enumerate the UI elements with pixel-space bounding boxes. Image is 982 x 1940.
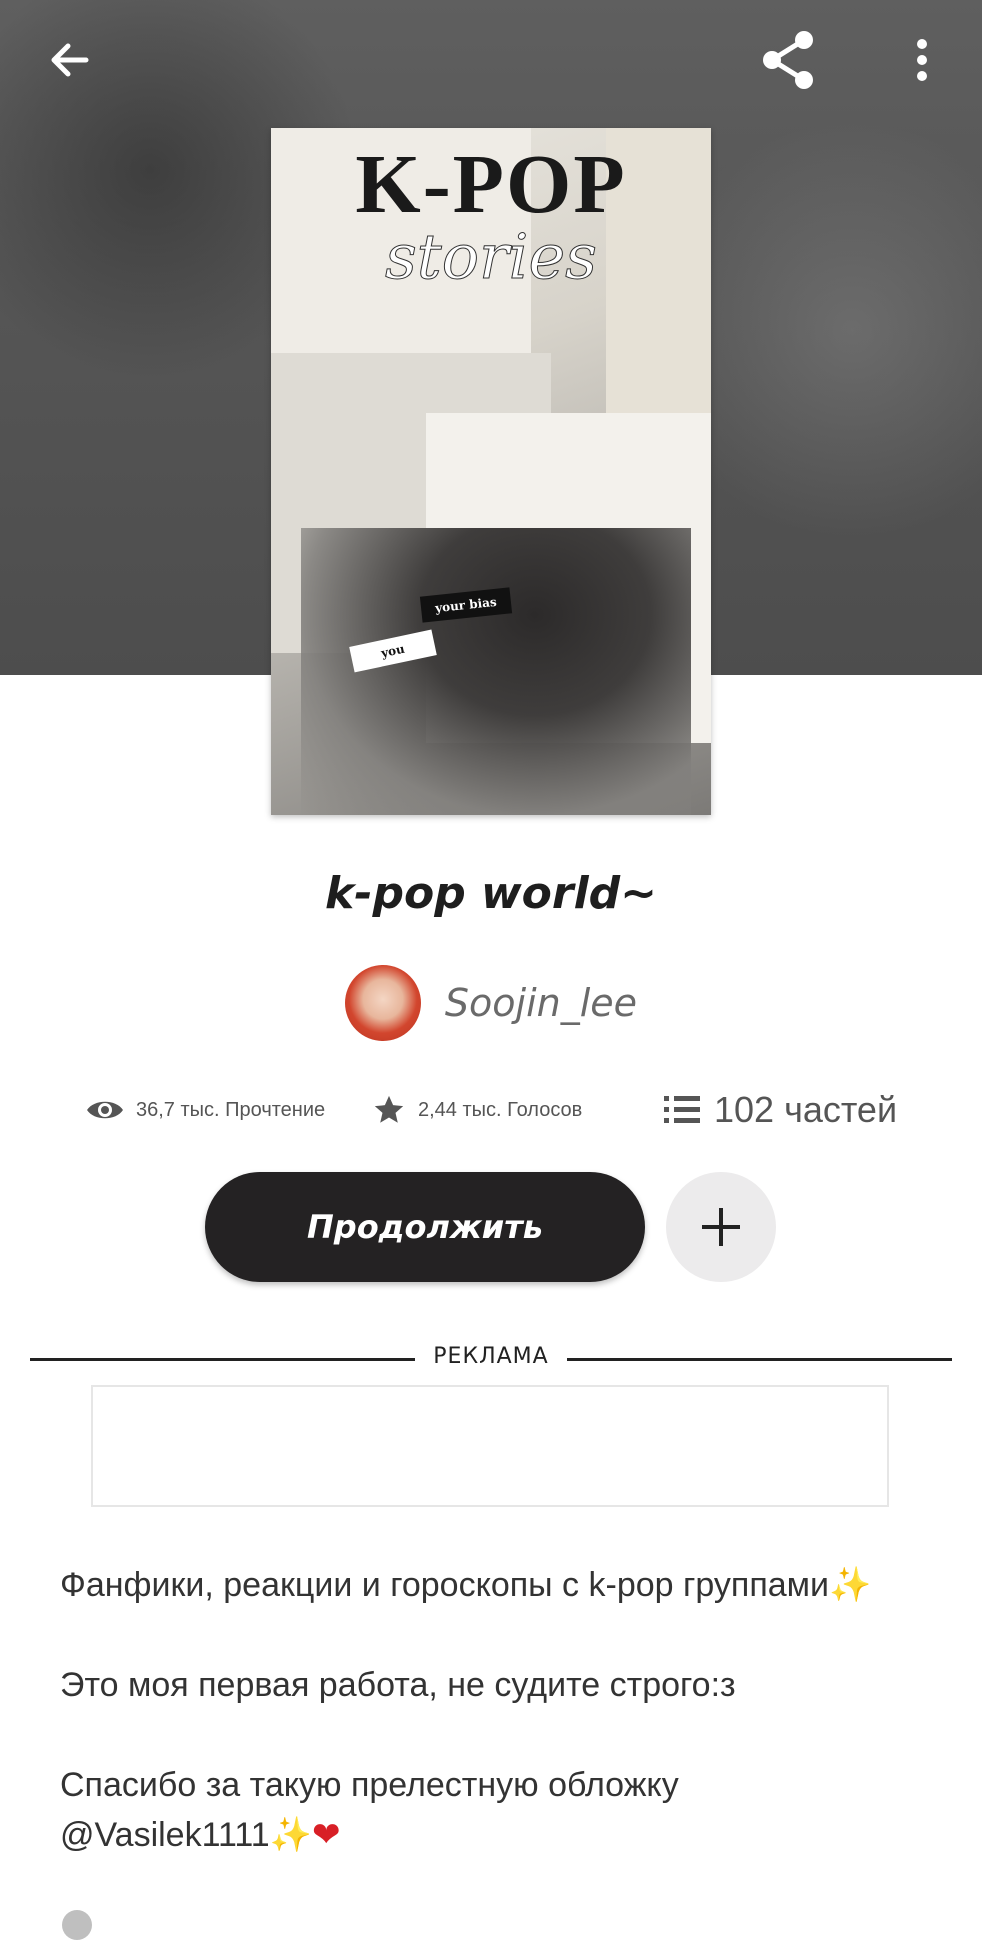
description-text: Фанфики, реакции и гороскопы с k-pop гру… — [60, 1566, 830, 1604]
star-icon — [374, 1095, 404, 1123]
more-options-button[interactable] — [890, 28, 954, 92]
reads-stat: 36,7 тыс. Прочтение — [86, 1085, 325, 1135]
description-line: Это моя первая работа, не судите строго:… — [60, 1660, 940, 1710]
story-cover[interactable]: K-POP stories your bias you — [271, 128, 711, 815]
description-line: Спасибо за такую прелестную обложку @Vas… — [60, 1760, 940, 1860]
ad-slot[interactable] — [91, 1385, 889, 1507]
cover-subtitle: stories — [384, 220, 598, 294]
mention-link[interactable]: @Vasilek1111 — [60, 1816, 270, 1854]
parts-count[interactable]: 102 частей — [714, 1089, 897, 1131]
description-line: Фанфики, реакции и гороскопы с k-pop гру… — [60, 1560, 940, 1610]
arrow-left-icon — [51, 43, 89, 77]
ad-label: РЕКЛАМА — [433, 1344, 549, 1369]
cover-photo-couple — [301, 528, 691, 815]
reads-count: 36,7 тыс. Прочтение — [136, 1098, 326, 1121]
votes-count: 2,44 тыс. Голосов — [418, 1098, 583, 1121]
ad-divider — [567, 1358, 952, 1361]
sparkles-icon: ✨ — [269, 1816, 313, 1854]
plus-icon — [702, 1208, 740, 1246]
sparkles-icon: ✨ — [829, 1566, 872, 1604]
author-avatar[interactable] — [344, 965, 421, 1041]
more-vertical-icon — [917, 39, 927, 81]
description-text: Это моя первая работа, не судите строго:… — [60, 1666, 736, 1704]
cover-title: K-POP — [355, 138, 627, 231]
list-icon — [664, 1096, 700, 1123]
back-button[interactable] — [38, 28, 102, 92]
add-to-library-button[interactable] — [666, 1172, 776, 1282]
share-icon — [763, 31, 813, 89]
continue-reading-button[interactable]: Продолжить — [205, 1172, 645, 1282]
ad-divider — [30, 1358, 415, 1361]
parts-stat[interactable]: 102 частей — [664, 1085, 897, 1135]
description-text: Спасибо за такую прелестную обложку — [60, 1766, 679, 1804]
heart-icon: ❤ — [312, 1816, 341, 1854]
votes-stat: 2,44 тыс. Голосов — [372, 1085, 582, 1135]
tag-icon — [62, 1910, 92, 1940]
story-title: k-pop world~ — [324, 868, 658, 919]
eye-icon — [87, 1101, 123, 1119]
author-name[interactable]: Soojin_lee — [445, 981, 637, 1025]
author-link[interactable]: Soojin_lee — [0, 965, 982, 1041]
share-button[interactable] — [756, 28, 820, 92]
